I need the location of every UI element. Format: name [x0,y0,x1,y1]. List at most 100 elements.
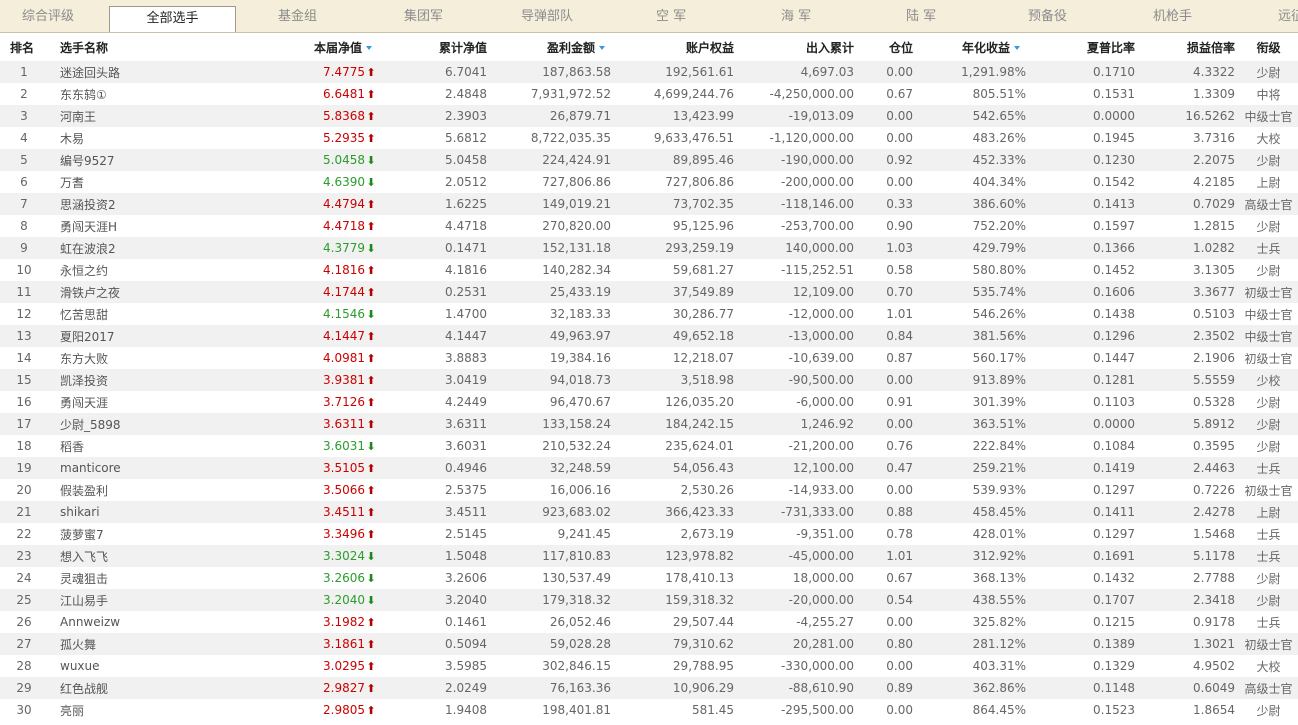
header-pl-ratio[interactable]: 损益倍率 [1139,33,1239,61]
table-row[interactable]: 10永恒之约4.18164.1816140,282.3459,681.27-11… [0,259,1298,281]
table-row[interactable]: 6万耆4.63902.0512727,806.86727,806.86-200,… [0,171,1298,193]
player-name-link[interactable]: wuxue [60,659,100,673]
header-cumulative-nav[interactable]: 累计净值 [382,33,491,61]
player-name-link[interactable]: 江山易手 [60,594,108,608]
equity-cell: 59,681.27 [615,259,738,281]
table-row[interactable]: 13夏阳20174.14474.144749,963.9749,652.18-1… [0,325,1298,347]
table-row[interactable]: 9 虹在波浪2 4.3779 0.1471152,131.18293,259.1914… [0,237,1298,259]
tab-army[interactable]: 陆 军 [906,0,936,32]
table-row[interactable]: 18稻香3.60313.6031210,532.24235,624.01-21,… [0,435,1298,457]
current-nav-value: 3.6311 [323,417,365,431]
player-name-link[interactable]: 木易 [60,132,84,146]
player-name-link[interactable]: 想入飞飞 [60,550,108,564]
header-annual-return[interactable]: 年化收益 [922,33,1030,61]
table-row[interactable]: 16 勇闯天涯 3.7126 4.244996,470.67126,035.20-6,… [0,391,1298,413]
player-name-link[interactable]: 凯泽投资 [60,374,108,388]
table-row[interactable]: 11 滑铁卢之夜 4.1744 0.253125,433.1937,549.8912,… [0,281,1298,303]
table-row[interactable]: 4 木易 5.2935 5.68128,722,035.359,633,476.51-… [0,127,1298,149]
table-row[interactable]: 20 假装盈利 3.5066 2.537516,006.162,530.26-14,9… [0,479,1298,501]
table-row[interactable]: 30 亮丽 2.9805 1.9408198,401.81581.45-295,500… [0,699,1298,721]
sharpe-cell: 0.1452 [1030,259,1139,281]
pl-ratio-cell: 0.3595 [1139,435,1239,457]
table-row[interactable]: 14 东方大败 4.0981 3.888319,384.1612,218.07-10,… [0,347,1298,369]
tab-all-players[interactable]: 全部选手 [109,6,236,32]
table-row[interactable]: 23 想入飞飞 3.3024 1.5048117,810.83123,978.82-4… [0,545,1298,567]
player-name-link[interactable]: 虹在波浪2 [60,242,116,256]
current-nav-value: 4.6390 [323,175,365,189]
player-name-link[interactable]: 思涵投资2 [60,198,116,212]
player-name-link[interactable]: 勇闯天涯 [60,396,108,410]
header-position[interactable]: 仓位 [858,33,922,61]
tab-machine-gunner[interactable]: 机枪手 [1153,0,1192,32]
player-name-link[interactable]: 忆苦思甜 [60,308,108,322]
current-nav-cell: 3.5105 [224,457,382,479]
table-row[interactable]: 8勇闯天涯H4.47184.4718270,820.0095,125.96-25… [0,215,1298,237]
tab-expedition[interactable]: 远征 [1278,0,1298,32]
header-rank[interactable]: 排名 [0,33,48,61]
sharpe-cell: 0.0000 [1030,105,1139,127]
table-row[interactable]: 28 wuxue 3.0295 3.5985302,846.1529,788.95-3… [0,655,1298,677]
header-player-name[interactable]: 选手名称 [48,33,224,61]
sort-desc-icon[interactable] [599,46,605,50]
table-row[interactable]: 27 孤火舞 3.1861 0.509459,028.2879,310.6220,28… [0,633,1298,655]
player-name-link[interactable]: 滑铁卢之夜 [60,286,120,300]
tab-overall-rating[interactable]: 综合评级 [22,0,74,32]
table-row[interactable]: 1 迷途回头路 7.4775 6.7041187,863.58192,561.614,… [0,61,1298,83]
player-name-link[interactable]: 万耆 [60,176,84,190]
player-name-link[interactable]: 永恒之约 [60,264,108,278]
player-name-link[interactable]: manticore [60,461,121,475]
player-name-link[interactable]: 菠萝蜜7 [60,528,104,542]
table-row[interactable]: 21shikari3.45113.4511923,683.02366,423.3… [0,501,1298,523]
player-name-link[interactable]: 孤火舞 [60,638,96,652]
table-row[interactable]: 25江山易手3.20403.2040179,318.32159,318.32-2… [0,589,1298,611]
player-name-link[interactable]: 河南王 [60,110,96,124]
player-name-link[interactable]: 灵魂狙击 [60,572,108,586]
player-name-link[interactable]: 稻香 [60,440,84,454]
table-row[interactable]: 22 菠萝蜜7 3.3496 2.51459,241.452,673.19-9,351… [0,523,1298,545]
sort-desc-icon[interactable] [366,46,372,50]
table-row[interactable]: 29 红色战舰 2.9827 2.024976,163.3610,906.29-88,… [0,677,1298,699]
player-name-link[interactable]: shikari [60,505,100,519]
position-cell: 0.00 [858,611,922,633]
player-name-link[interactable]: 迷途回头路 [60,66,120,80]
header-profit[interactable]: 盈利金额 [491,33,615,61]
table-row[interactable]: 3 河南王 5.8368 2.390326,879.7113,423.99-19,01… [0,105,1298,127]
table-row[interactable]: 12 忆苦思甜 4.1546 1.470032,183.3330,286.77-12,… [0,303,1298,325]
player-name-link[interactable]: 编号9527 [60,154,115,168]
header-grade[interactable]: 衔级 [1239,33,1298,61]
sharpe-cell: 0.1606 [1030,281,1139,303]
tab-reserve[interactable]: 预备役 [1028,0,1067,32]
tab-navy[interactable]: 海 军 [781,0,811,32]
table-row[interactable]: 2 东东鸫① 6.6481 2.48487,931,972.524,699,244.7… [0,83,1298,105]
grade-cell: 少尉 [1239,567,1298,589]
header-equity[interactable]: 账户权益 [615,33,738,61]
player-name-link[interactable]: 东方大败 [60,352,108,366]
cash-flow-cell: 1,246.92 [738,413,858,435]
header-cash-flow[interactable]: 出入累计 [738,33,858,61]
header-current-nav[interactable]: 本届净值 [224,33,382,61]
player-name-link[interactable]: Annweizw [60,615,120,629]
player-name-link[interactable]: 东东鸫① [60,88,107,102]
table-row[interactable]: 17少尉_58983.63113.6311133,158.24184,242.1… [0,413,1298,435]
player-name-link[interactable]: 假装盈利 [60,484,108,498]
tab-air-force[interactable]: 空 军 [656,0,686,32]
profit-cell: 32,248.59 [491,457,615,479]
player-name-link[interactable]: 少尉_5898 [60,418,121,432]
tab-army-group[interactable]: 集团军 [404,0,443,32]
grade-cell: 少尉 [1239,215,1298,237]
table-row[interactable]: 5编号95275.04585.0458224,424.9189,895.46-1… [0,149,1298,171]
table-row[interactable]: 24灵魂狙击3.26063.2606130,537.49178,410.1318… [0,567,1298,589]
tab-missile-force[interactable]: 导弹部队 [521,0,573,32]
header-sharpe[interactable]: 夏普比率 [1030,33,1139,61]
table-row[interactable]: 26 Annweizw 3.1982 0.146126,052.4629,507.44… [0,611,1298,633]
pl-ratio-cell: 0.5328 [1139,391,1239,413]
player-name-link[interactable]: 勇闯天涯H [60,220,117,234]
player-name-link[interactable]: 夏阳2017 [60,330,115,344]
player-name-link[interactable]: 红色战舰 [60,682,108,696]
table-row[interactable]: 7 思涵投资2 4.4794 1.6225149,019.2173,702.35-11… [0,193,1298,215]
sort-desc-icon[interactable] [1014,46,1020,50]
tab-fund-group[interactable]: 基金组 [278,0,317,32]
player-name-link[interactable]: 亮丽 [60,704,84,718]
table-row[interactable]: 15 凯泽投资 3.9381 3.041994,018.733,518.98-90,5… [0,369,1298,391]
table-row[interactable]: 19 manticore 3.5105 0.494632,248.5954,056.4… [0,457,1298,479]
